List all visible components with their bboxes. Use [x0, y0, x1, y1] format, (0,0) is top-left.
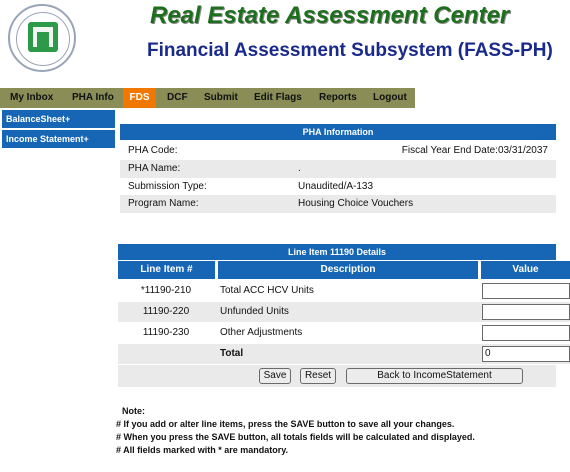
- table-row: *11190-210 Total ACC HCV Units: [118, 281, 570, 301]
- pha-code-row: PHA Code: Fiscal Year End Date:03/31/203…: [120, 142, 556, 160]
- sidebar-item-balancesheet[interactable]: BalanceSheet+: [2, 110, 115, 128]
- app-subtitle: Financial Assessment Subsystem (FASS-PH): [147, 40, 553, 61]
- line-item-value-input[interactable]: [482, 325, 570, 341]
- table-row: 11190-230 Other Adjustments: [118, 323, 570, 343]
- line-item-description: Total ACC HCV Units: [220, 285, 314, 296]
- fiscal-year-value: 03/31/2037: [497, 145, 548, 156]
- submission-type-row: Submission Type: Unaudited/A-133: [120, 178, 556, 196]
- nav-pha-info[interactable]: PHA Info: [72, 88, 114, 108]
- pha-name-row: PHA Name: .: [120, 160, 556, 178]
- nav-edit-flags[interactable]: Edit Flags: [254, 88, 302, 108]
- col-description: Description: [218, 261, 478, 279]
- total-value-field: 0: [482, 346, 570, 362]
- line-item-number: 11190-230: [142, 327, 190, 338]
- submission-type-label: Submission Type:: [128, 181, 207, 192]
- line-item-description: Other Adjustments: [220, 327, 303, 338]
- line-item-number: *11190-210: [140, 285, 192, 296]
- nav-dcf[interactable]: DCF: [167, 88, 188, 108]
- pha-info-header: PHA Information: [120, 124, 556, 140]
- table-row: 11190-220 Unfunded Units: [118, 302, 570, 322]
- line-item-value-input[interactable]: [482, 283, 570, 299]
- total-row: Total 0: [118, 344, 570, 364]
- back-to-income-statement-button[interactable]: Back to IncomeStatement: [346, 368, 523, 384]
- fiscal-year-end: Fiscal Year End Date:03/31/2037: [402, 142, 548, 160]
- nav-reports[interactable]: Reports: [319, 88, 357, 108]
- submission-type-value: Unaudited/A-133: [298, 181, 374, 192]
- sidebar-item-income-statement[interactable]: Income Statement+: [2, 130, 115, 148]
- line-item-details-header: Line Item 11190 Details: [118, 244, 556, 260]
- total-label: Total: [220, 348, 244, 359]
- save-button[interactable]: Save: [259, 368, 291, 384]
- line-item-description: Unfunded Units: [220, 306, 289, 317]
- nav-submit[interactable]: Submit: [204, 88, 238, 108]
- fiscal-year-label: Fiscal Year End Date:: [401, 145, 498, 156]
- col-line-item: Line Item #: [118, 261, 215, 279]
- nav-fds[interactable]: FDS: [123, 88, 156, 108]
- pha-code-label: PHA Code:: [128, 145, 178, 156]
- note-line: # All fields marked with * are mandatory…: [116, 445, 289, 455]
- note-box: Note: # If you add or alter line items, …: [116, 405, 556, 457]
- app-title: Real Estate Assessment Center: [150, 2, 510, 29]
- program-name-label: Program Name:: [128, 198, 199, 209]
- reset-button[interactable]: Reset: [300, 368, 336, 384]
- note-line: # If you add or alter line items, press …: [116, 419, 455, 429]
- program-name-value: Housing Choice Vouchers: [298, 198, 414, 209]
- line-item-value-input[interactable]: [482, 304, 570, 320]
- main-nav: My Inbox PHA Info FDS DCF Submit Edit Fl…: [0, 88, 415, 108]
- line-item-number: 11190-220: [142, 306, 190, 317]
- pha-name-value: .: [298, 163, 301, 174]
- pha-name-label: PHA Name:: [128, 163, 181, 174]
- note-line: # When you press the SAVE button, all to…: [116, 432, 475, 442]
- program-name-row: Program Name: Housing Choice Vouchers: [120, 195, 556, 213]
- note-title: Note:: [122, 406, 145, 416]
- col-value: Value: [481, 261, 570, 279]
- nav-logout[interactable]: Logout: [373, 88, 407, 108]
- hud-seal-logo: [8, 4, 76, 72]
- nav-my-inbox[interactable]: My Inbox: [10, 88, 53, 108]
